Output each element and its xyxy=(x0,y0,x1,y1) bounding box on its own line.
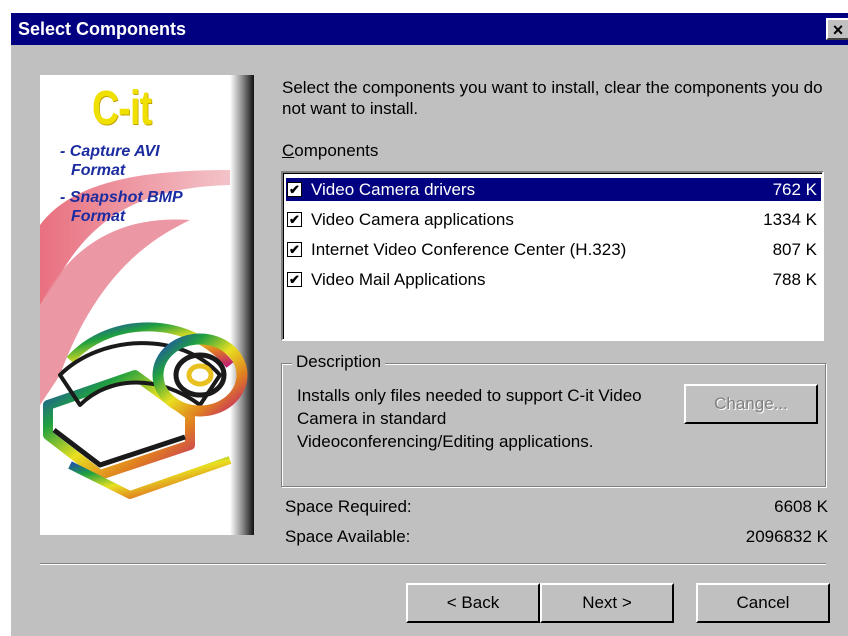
components-list[interactable]: ✔ Video Camera drivers 762 K ✔ Video Cam… xyxy=(281,171,824,341)
component-row-video-camera-drivers[interactable]: ✔ Video Camera drivers 762 K xyxy=(286,178,821,201)
feature-line: - Capture AVI xyxy=(60,143,160,160)
close-icon: × xyxy=(832,20,844,40)
cancel-button[interactable]: Cancel xyxy=(696,583,830,623)
top-margin xyxy=(0,0,848,13)
left-margin xyxy=(0,0,11,636)
component-checkbox[interactable]: ✔ xyxy=(287,242,302,257)
space-required-label: Space Required: xyxy=(285,497,412,516)
feature-line: Format xyxy=(71,208,126,225)
window-title: Select Components xyxy=(18,19,187,39)
space-available-value: 2096832 K xyxy=(745,527,828,546)
description-line: Videoconferencing/Editing applications. xyxy=(297,432,594,451)
component-checkbox[interactable]: ✔ xyxy=(287,272,302,287)
feature-snapshot-bmp: - Snapshot BMP Format xyxy=(60,188,183,226)
component-name: Internet Video Conference Center (H.323) xyxy=(311,240,627,259)
setup-graphic: C-it - Capture AVI Format - Snapshot BMP… xyxy=(40,75,254,535)
components-label: Components xyxy=(282,141,378,161)
component-name: Video Camera drivers xyxy=(311,180,476,199)
intro-text: Select the components you want to instal… xyxy=(282,78,823,118)
space-available-label: Space Available: xyxy=(285,527,411,546)
select-components-dialog: Select Components × C-it - Capture AVI F… xyxy=(0,0,848,636)
component-row-internet-video-conference-center[interactable]: ✔ Internet Video Conference Center (H.32… xyxy=(286,238,821,261)
component-checkbox[interactable]: ✔ xyxy=(287,182,302,197)
change-button[interactable]: Change... xyxy=(684,384,818,424)
next-button[interactable]: Next > xyxy=(540,583,674,623)
components-label-rest: omponents xyxy=(294,141,379,160)
back-button[interactable]: < Back xyxy=(406,583,540,623)
space-required-value: 6608 K xyxy=(774,497,828,516)
components-label-mnemonic: C xyxy=(282,141,295,160)
separator-line xyxy=(40,563,826,565)
feature-line: - Snapshot BMP xyxy=(60,189,183,206)
components-list-inner: ✔ Video Camera drivers 762 K ✔ Video Cam… xyxy=(283,173,822,339)
description-line: Installs only files needed to support C-… xyxy=(297,386,642,405)
c-it-logo: C-it xyxy=(92,82,152,135)
component-name: Video Camera applications xyxy=(311,210,514,229)
component-name: Video Mail Applications xyxy=(311,270,486,289)
description-text: Installs only files needed to support C-… xyxy=(297,384,677,453)
title-bar[interactable]: Select Components × xyxy=(11,13,848,45)
description-line: Camera in standard xyxy=(297,409,447,428)
description-title: Description xyxy=(292,352,386,372)
component-size: 1334 K xyxy=(763,210,817,229)
feature-line: Format xyxy=(71,162,126,179)
component-size: 788 K xyxy=(772,270,817,289)
component-row-video-mail-applications[interactable]: ✔ Video Mail Applications 788 K xyxy=(286,268,821,291)
feature-capture-avi: - Capture AVI Format xyxy=(60,142,160,180)
close-button[interactable]: × xyxy=(826,18,848,40)
component-size: 807 K xyxy=(772,240,817,259)
component-size: 762 K xyxy=(772,180,817,199)
component-checkbox[interactable]: ✔ xyxy=(287,212,302,227)
component-row-video-camera-applications[interactable]: ✔ Video Camera applications 1334 K xyxy=(286,208,821,231)
